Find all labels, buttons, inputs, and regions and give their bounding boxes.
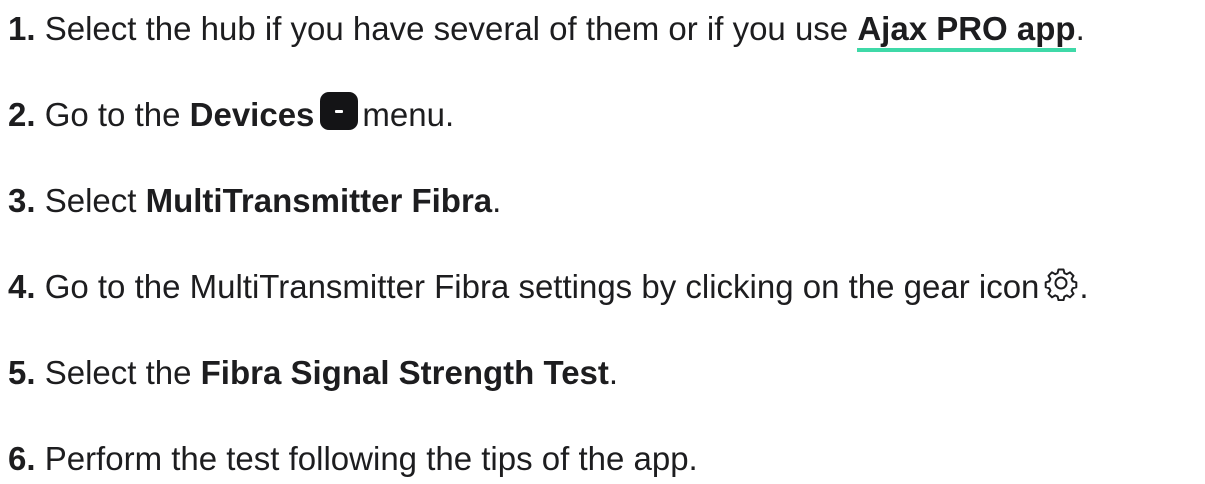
step-text-end: .: [1079, 268, 1089, 305]
signal-test-label: Fibra Signal Strength Test: [200, 354, 609, 391]
step-text: Select: [44, 182, 137, 219]
step-text: Perform the test following the tips of t…: [44, 440, 698, 477]
step-number: 4.: [8, 268, 36, 305]
step-number: 2.: [8, 96, 36, 133]
step-4: 4. Go to the MultiTransmitter Fibra sett…: [8, 262, 1089, 312]
step-text: Go to the MultiTransmitter Fibra setting…: [44, 268, 1040, 305]
gear-icon: [1043, 265, 1079, 301]
step-text: Select the: [44, 354, 192, 391]
devices-icon: [320, 92, 359, 130]
step-3: 3. Select MultiTransmitter Fibra.: [8, 176, 501, 226]
step-number: 1.: [8, 10, 36, 47]
step-number: 3.: [8, 182, 36, 219]
step-text-end: menu.: [362, 96, 455, 133]
step-text-end: .: [608, 354, 619, 391]
step-1: 1. Select the hub if you have several of…: [8, 4, 1085, 54]
step-number: 5.: [8, 354, 36, 391]
device-name: MultiTransmitter Fibra: [145, 182, 493, 219]
step-text: Select the hub if you have several of th…: [44, 10, 849, 47]
ajax-pro-app-link[interactable]: Ajax PRO app: [857, 10, 1076, 52]
step-text-end: .: [492, 182, 502, 219]
step-text: Go to the: [44, 96, 181, 133]
step-number: 6.: [8, 440, 36, 477]
devices-menu-label: Devices: [189, 96, 315, 133]
step-2: 2. Go to the Devices menu.: [8, 90, 454, 140]
step-5: 5. Select the Fibra Signal Strength Test…: [8, 348, 618, 398]
step-text-end: .: [1075, 10, 1085, 47]
